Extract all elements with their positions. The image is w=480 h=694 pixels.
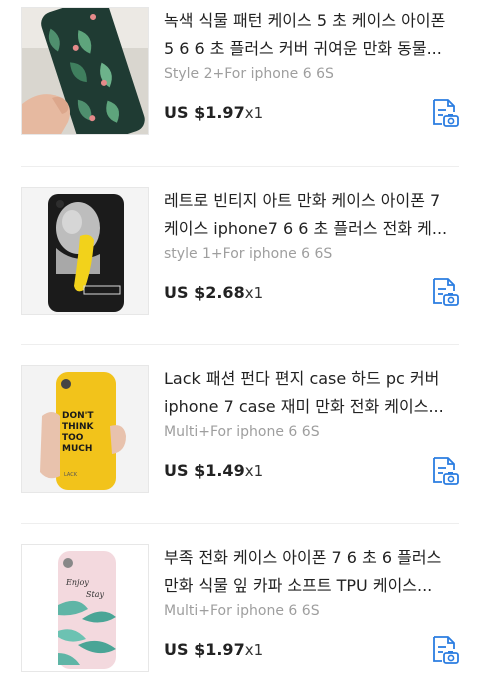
product-photo-green-leaf-case xyxy=(22,8,148,134)
quantity-value: x1 xyxy=(244,462,264,480)
image-search-icon xyxy=(433,457,459,485)
order-item-list: 녹색 식물 패턴 케이스 5 초 케이스 아이폰 5 6 6 초 플러스 커버 … xyxy=(0,0,480,694)
variant-label: Multi+For iphone 6 6S xyxy=(164,424,320,440)
image-search-button[interactable] xyxy=(428,455,460,487)
product-title-line-1: 녹색 식물 패턴 케이스 5 초 케이스 아이폰 xyxy=(164,11,446,30)
divider xyxy=(21,523,459,524)
divider xyxy=(21,344,459,345)
list-item[interactable]: 녹색 식물 패턴 케이스 5 초 케이스 아이폰 5 6 6 초 플러스 커버 … xyxy=(0,0,480,150)
price-value: US $1.49 xyxy=(164,461,245,480)
product-title-line-1: 레트로 빈티지 아트 만화 케이스 아이폰 7 xyxy=(164,191,441,210)
quantity-value: x1 xyxy=(244,104,264,122)
product-title-line-2: iphone 7 case 재미 만화 전화 케이스... xyxy=(164,397,444,416)
image-search-button[interactable] xyxy=(428,276,460,308)
product-title-line-1: Lack 패션 펀다 편지 case 하드 pc 커버 xyxy=(164,369,440,388)
variant-label: Style 2+For iphone 6 6S xyxy=(164,66,334,82)
case-brand-mark: LACK xyxy=(64,472,78,478)
product-title-line-1: 부족 전화 케이스 아이폰 7 6 초 6 플러스 xyxy=(164,548,442,567)
product-image[interactable] xyxy=(21,187,149,315)
product-title-line-2: 케이스 iphone7 6 6 초 플러스 전화 케... xyxy=(164,219,448,238)
product-photo-yellow-letter-case: DON'T THINK TOO MUCH LACK xyxy=(22,366,148,492)
product-image[interactable]: Enjoy Stay xyxy=(21,544,149,672)
list-item[interactable]: Enjoy Stay 부족 전화 케이스 아이폰 7 6 초 6 플러스 만화 … xyxy=(0,537,480,687)
image-search-button[interactable] xyxy=(428,97,460,129)
quantity-value: x1 xyxy=(244,641,264,659)
product-title-line-2: 만화 식물 잎 카파 소프트 TPU 케이스... xyxy=(164,576,433,595)
variant-label: Multi+For iphone 6 6S xyxy=(164,603,320,619)
product-photo-palm-leaf-case: Enjoy Stay xyxy=(22,545,148,671)
price-line: US $1.97x1 xyxy=(164,640,263,659)
product-title[interactable]: Lack 패션 펀다 편지 case 하드 pc 커버 iphone 7 cas… xyxy=(164,365,464,421)
image-search-icon xyxy=(433,99,459,127)
quantity-value: x1 xyxy=(244,284,264,302)
product-title[interactable]: 부족 전화 케이스 아이폰 7 6 초 6 플러스 만화 식물 잎 카파 소프트… xyxy=(164,544,464,600)
price-line: US $2.68x1 xyxy=(164,283,263,302)
price-value: US $2.68 xyxy=(164,283,245,302)
case-print-script: Enjoy xyxy=(65,578,89,587)
price-value: US $1.97 xyxy=(164,103,245,122)
product-image[interactable] xyxy=(21,7,149,135)
product-title[interactable]: 레트로 빈티지 아트 만화 케이스 아이폰 7 케이스 iphone7 6 6 … xyxy=(164,187,464,243)
price-line: US $1.49x1 xyxy=(164,461,263,480)
case-print-script-2: Stay xyxy=(86,590,104,599)
list-item[interactable]: 레트로 빈티지 아트 만화 케이스 아이폰 7 케이스 iphone7 6 6 … xyxy=(0,180,480,330)
product-photo-retro-art-case xyxy=(22,188,148,314)
image-search-icon xyxy=(433,278,459,306)
variant-label: style 1+For iphone 6 6S xyxy=(164,246,333,262)
product-image[interactable]: DON'T THINK TOO MUCH LACK xyxy=(21,365,149,493)
image-search-icon xyxy=(433,636,459,664)
price-line: US $1.97x1 xyxy=(164,103,263,122)
price-value: US $1.97 xyxy=(164,640,245,659)
product-title[interactable]: 녹색 식물 패턴 케이스 5 초 케이스 아이폰 5 6 6 초 플러스 커버 … xyxy=(164,7,464,63)
image-search-button[interactable] xyxy=(428,634,460,666)
list-item[interactable]: DON'T THINK TOO MUCH LACK Lack 패션 펀다 편지 … xyxy=(0,358,480,508)
product-title-line-2: 5 6 6 초 플러스 커버 귀여운 만화 동물... xyxy=(164,39,442,58)
divider xyxy=(21,166,459,167)
